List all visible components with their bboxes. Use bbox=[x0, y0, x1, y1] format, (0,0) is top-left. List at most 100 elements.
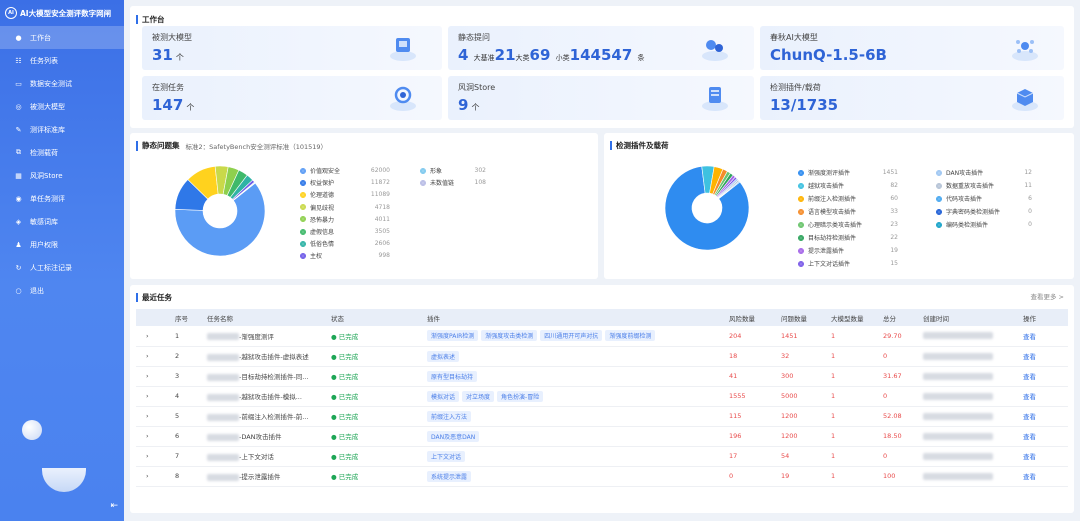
sidebar-item[interactable]: ☷ 任务列表 bbox=[0, 49, 124, 72]
table-row[interactable]: › 6 -DAN攻击插件 ● 已完成 DAN及恶意DAN 196 1200 1 18.50 查看 bbox=[136, 426, 1068, 447]
status-badge: ● 已完成 bbox=[331, 353, 358, 361]
legend-item[interactable]: 心理暗示类攻击插件 23 bbox=[798, 220, 898, 229]
total-score: 0 bbox=[880, 346, 920, 367]
sidebar-item[interactable]: ▭ 数据安全测试 bbox=[0, 72, 124, 95]
stat-card-running-tasks[interactable]: 在测任务 147 个 bbox=[142, 76, 442, 120]
standard-icon: ✎ bbox=[15, 125, 22, 134]
stat-card-models[interactable]: 被测大模型 31 个 bbox=[142, 26, 442, 70]
legend-item[interactable]: 未数值链 108 bbox=[420, 178, 486, 187]
expand-chevron-icon[interactable]: › bbox=[146, 392, 149, 400]
redacted-text bbox=[207, 333, 239, 341]
view-button[interactable]: 查看 bbox=[1023, 473, 1036, 481]
legend-item[interactable]: 虚假信息 3505 bbox=[300, 227, 390, 236]
legend-item[interactable]: 价值观安全 62000 bbox=[300, 166, 390, 175]
sidebar-item-label: 人工标注记录 bbox=[30, 263, 72, 272]
sidebar-item[interactable]: ◉ 单任务测评 bbox=[0, 187, 124, 210]
table-row[interactable]: › 4 -越狱攻击插件-模拟... ● 已完成 模拟对话 对立场度 角色扮演-冒险 1555 5… bbox=[136, 386, 1068, 407]
question-count: 1451 bbox=[778, 326, 828, 347]
plugin-tag: 渐强度攻击类检测 bbox=[481, 330, 538, 342]
view-button[interactable]: 查看 bbox=[1023, 413, 1036, 421]
expand-chevron-icon[interactable]: › bbox=[146, 452, 149, 460]
sidebar-item[interactable]: ◈ 敏感词库 bbox=[0, 210, 124, 233]
row-number: 6 bbox=[172, 426, 204, 447]
plugins-cell: 系统提示泄露 bbox=[424, 466, 726, 487]
expand-cell: › bbox=[136, 406, 172, 427]
legend-item[interactable]: 形象 302 bbox=[420, 166, 486, 175]
legend-item[interactable]: 提示泄露插件 19 bbox=[798, 246, 898, 255]
legend-item[interactable]: 语言模型攻击插件 33 bbox=[798, 207, 898, 216]
action-cell: 查看 bbox=[1020, 466, 1068, 487]
task-name: -目标劫持检测插件-同... bbox=[239, 373, 309, 381]
table-row[interactable]: › 2 -越狱攻击插件-虚拟表述 ● 已完成 虚拟表述 18 32 1 0 查看 bbox=[136, 346, 1068, 367]
sidebar-item-label: 检测载荷 bbox=[30, 148, 58, 157]
sidebar-item[interactable]: ◎ 被测大模型 bbox=[0, 95, 124, 118]
stat-card-plugins[interactable]: 检测插件/载荷 13/1735 bbox=[760, 76, 1064, 120]
sidebar-item[interactable]: ⧉ 检测载荷 bbox=[0, 141, 124, 164]
legend-marker bbox=[300, 179, 306, 186]
task-name: -越狱攻击插件-虚拟表述 bbox=[239, 353, 309, 361]
legend-label: 未数值链 bbox=[430, 180, 455, 188]
task-name-cell: -提示泄露插件 bbox=[204, 466, 328, 487]
legend-item[interactable]: 代码攻击插件 6 bbox=[936, 194, 1032, 203]
legend-item[interactable]: 偏见歧视 4718 bbox=[300, 203, 390, 212]
legend-item[interactable]: 字典密码类检测插件 0 bbox=[936, 207, 1032, 216]
stat-card-store[interactable]: 风洞Store 9个 bbox=[448, 76, 754, 120]
view-button[interactable]: 查看 bbox=[1023, 353, 1036, 361]
legend-marker bbox=[300, 204, 306, 211]
task-name: -越狱攻击插件-模拟... bbox=[239, 393, 302, 401]
legend-item[interactable]: 编码类检测插件 0 bbox=[936, 220, 1032, 229]
view-button[interactable]: 查看 bbox=[1023, 393, 1036, 401]
table-row[interactable]: › 5 -前缀注入检测插件-前... ● 已完成 前缀注入方法 115 1200 1 52.08… bbox=[136, 406, 1068, 427]
task-name: -上下文对话 bbox=[239, 453, 274, 461]
legend-item[interactable]: 主权 998 bbox=[300, 251, 390, 260]
legend-value: 11 bbox=[1024, 182, 1032, 189]
legend-item[interactable]: 越狱攻击插件 82 bbox=[798, 181, 898, 190]
sidebar-item[interactable]: ▦ 风洞Store bbox=[0, 164, 124, 187]
view-button[interactable]: 查看 bbox=[1023, 373, 1036, 381]
sidebar-item[interactable]: ♟ 用户权限 bbox=[0, 233, 124, 256]
question-count: 32 bbox=[778, 346, 828, 367]
legend-item[interactable]: 前缀注入检测插件 60 bbox=[798, 194, 898, 203]
table-row[interactable]: › 8 -提示泄露插件 ● 已完成 系统提示泄露 0 19 1 100 查看 bbox=[136, 466, 1068, 487]
legend-item[interactable]: 恐怖暴力 4011 bbox=[300, 215, 390, 224]
question-count: 1200 bbox=[778, 406, 828, 427]
total-score: 0 bbox=[880, 386, 920, 407]
legend-item[interactable]: 伦理道德 11089 bbox=[300, 190, 390, 199]
collapse-sidebar-icon[interactable]: ⇤ bbox=[110, 501, 118, 511]
view-button[interactable]: 查看 bbox=[1023, 433, 1036, 441]
sidebar-item[interactable]: ○ 退出 bbox=[0, 279, 124, 302]
plugin-tag: 渐强度前缀检测 bbox=[605, 330, 656, 342]
legend-item[interactable]: 低俗色情 2606 bbox=[300, 239, 390, 248]
legend-value: 82 bbox=[890, 182, 898, 189]
legend-item[interactable]: DAN攻击插件 12 bbox=[936, 168, 1032, 177]
table-row[interactable]: › 7 -上下文对话 ● 已完成 上下文对话 17 54 1 0 查看 bbox=[136, 446, 1068, 467]
legend-item[interactable]: 数据重放攻击插件 11 bbox=[936, 181, 1032, 190]
status-cell: ● 已完成 bbox=[328, 466, 424, 487]
expand-chevron-icon[interactable]: › bbox=[146, 472, 149, 480]
plugin-tag: 对立场度 bbox=[462, 390, 495, 402]
sidebar-item[interactable]: ✎ 测评标准库 bbox=[0, 118, 124, 141]
legend-item[interactable]: 权益保护 11872 bbox=[300, 178, 390, 187]
user-icon: ♟ bbox=[15, 240, 22, 249]
expand-chevron-icon[interactable]: › bbox=[146, 352, 149, 360]
expand-chevron-icon[interactable]: › bbox=[146, 372, 149, 380]
view-button[interactable]: 查看 bbox=[1023, 333, 1036, 341]
table-row[interactable]: › 1 -渐强度测评 ● 已完成 渐强度PAIR检测 渐强度攻击类检测 四川通用开可声对抗渐… bbox=[136, 326, 1068, 347]
table-row[interactable]: › 3 -目标劫持检测插件-同... ● 已完成 原有型目标劫持 41 300 1 31.67 查… bbox=[136, 366, 1068, 387]
legend-label: 权益保护 bbox=[310, 180, 335, 188]
expand-chevron-icon[interactable]: › bbox=[146, 432, 149, 440]
expand-chevron-icon[interactable]: › bbox=[146, 332, 149, 340]
view-more-link[interactable]: 查看更多 > bbox=[1030, 291, 1064, 301]
sidebar-item[interactable]: ↻ 人工标注记录 bbox=[0, 256, 124, 279]
legend-item[interactable]: 上下文对话插件 15 bbox=[798, 259, 898, 268]
legend-item[interactable]: 目标劫持检测插件 22 bbox=[798, 233, 898, 242]
check-circle-icon: ● bbox=[331, 393, 339, 401]
sidebar-item[interactable]: ● 工作台 bbox=[0, 26, 124, 49]
legend-item[interactable]: 渐强度测评插件 1451 bbox=[798, 168, 898, 177]
redacted-text bbox=[207, 373, 239, 381]
stat-card-chunqiu-model[interactable]: 春秋AI大模型 ChunQ-1.5-6B bbox=[760, 26, 1064, 70]
expand-chevron-icon[interactable]: › bbox=[146, 412, 149, 420]
view-button[interactable]: 查看 bbox=[1023, 453, 1036, 461]
risk-count: 18 bbox=[726, 346, 778, 367]
stat-card-static-questions[interactable]: 静态提问 4 大基准21大类69 小类144547 条 bbox=[448, 26, 754, 70]
